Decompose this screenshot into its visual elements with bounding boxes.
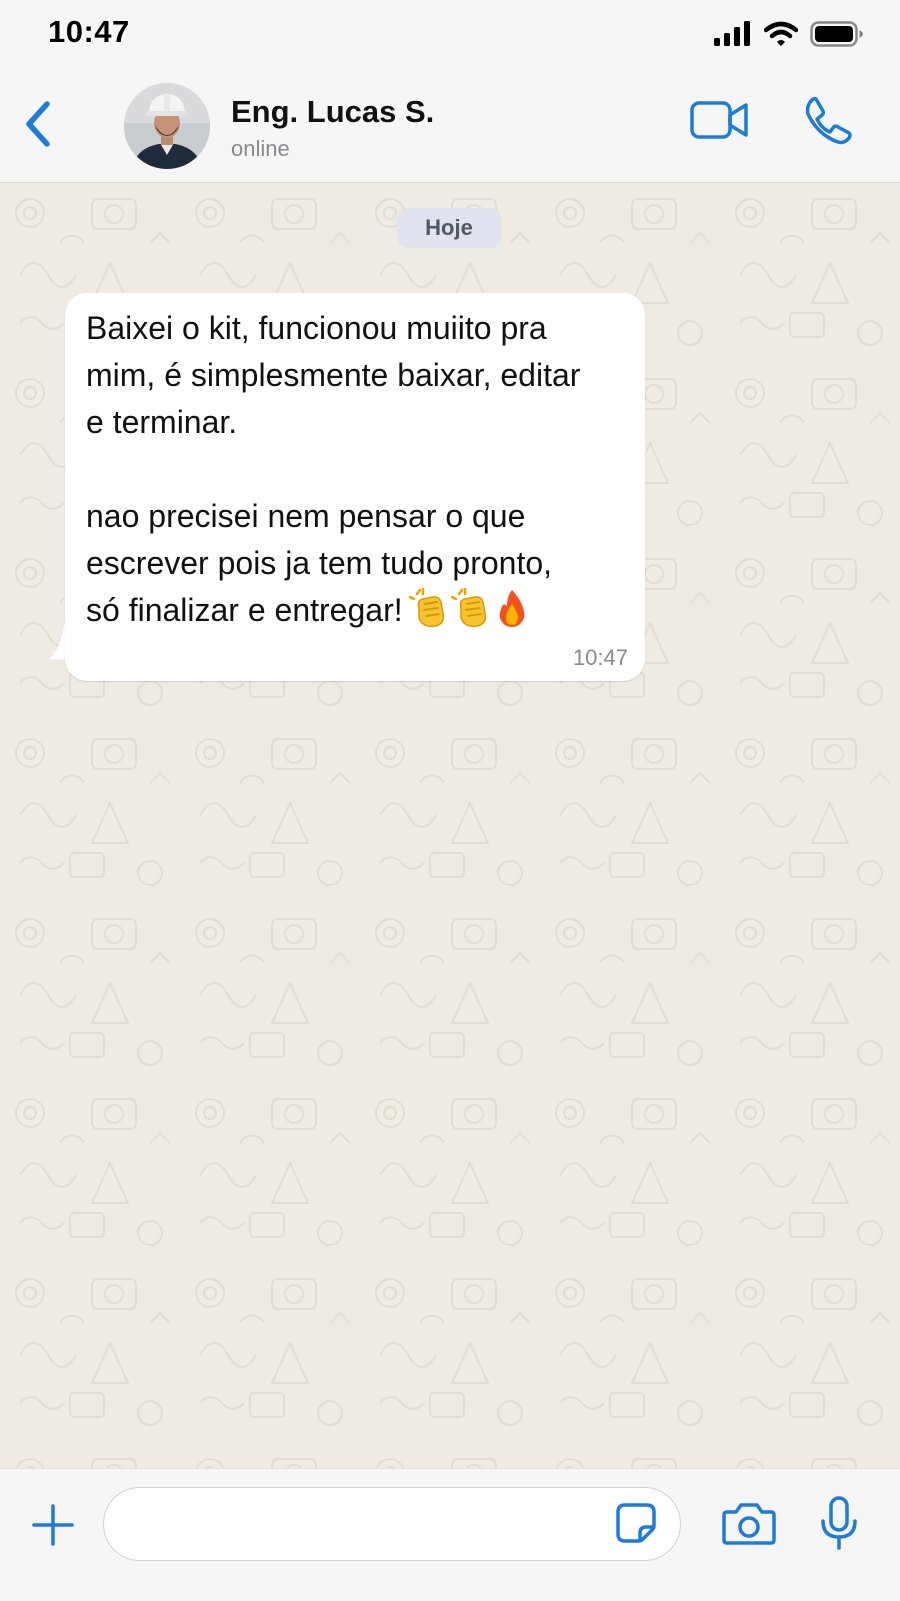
contact-name[interactable]: Eng. Lucas S. [231, 94, 434, 130]
message-time: 10:47 [572, 645, 628, 670]
message-line-text: só finalizar e entregar! [86, 592, 403, 628]
chat-area[interactable]: Hoje Baixei o kit, funcionou muiito pra … [0, 183, 900, 1468]
plus-icon [31, 1503, 75, 1552]
back-button[interactable] [18, 96, 58, 156]
battery-icon [810, 20, 864, 52]
contact-status: online [231, 136, 290, 161]
message-line: Baixei o kit, funcionou muiito pra [86, 310, 547, 346]
status-icons [714, 20, 864, 52]
camera-icon [721, 1500, 777, 1551]
input-bar [0, 1468, 900, 1601]
message-bubble[interactable]: Baixei o kit, funcionou muiito pra mim, … [65, 293, 645, 681]
message-input[interactable] [128, 1502, 592, 1548]
clapping-hands-icon [450, 587, 493, 635]
camera-button[interactable] [720, 1499, 778, 1551]
signal-icon [714, 20, 752, 52]
wifi-icon [763, 21, 799, 52]
message-line: mim, é simplesmente baixar, editar [86, 357, 581, 393]
video-call-button[interactable] [688, 96, 752, 148]
avatar[interactable] [124, 83, 210, 169]
message-paragraph-gap [86, 446, 631, 493]
message-line: e terminar. [86, 404, 238, 440]
date-chip: Hoje [397, 208, 501, 248]
microphone-icon [819, 1495, 859, 1556]
video-camera-icon [689, 98, 751, 147]
message-last-line: só finalizar e entregar! [86, 587, 631, 641]
chevron-left-icon [23, 100, 53, 153]
message-input-container[interactable] [103, 1487, 681, 1561]
message-line: nao precisei nem pensar o que [86, 498, 526, 534]
voice-call-button[interactable] [800, 94, 856, 150]
mic-button[interactable] [814, 1494, 864, 1556]
clapping-hands-icon [408, 587, 451, 635]
status-time: 10:47 [48, 14, 130, 49]
fire-icon [493, 590, 531, 635]
phone-icon [802, 94, 854, 151]
sticker-button[interactable] [614, 1502, 658, 1549]
status-bar: 10:47 [0, 0, 900, 74]
sticker-icon [615, 1502, 657, 1549]
emoji-row [408, 587, 531, 641]
chat-header: Eng. Lucas S. online [0, 74, 900, 183]
attach-button[interactable] [28, 1502, 78, 1552]
message-line: escrever pois ja tem tudo pronto, [86, 545, 553, 581]
